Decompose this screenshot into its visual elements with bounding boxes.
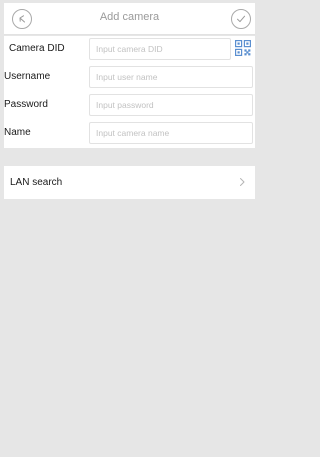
password-input[interactable] <box>89 94 253 116</box>
password-row: Password <box>4 92 255 119</box>
camera-did-input[interactable] <box>89 38 231 60</box>
page-title: Add camera <box>99 11 160 23</box>
qr-code-icon[interactable] <box>235 40 251 56</box>
checkmark-icon <box>237 15 246 23</box>
lan-search-label: LAN search <box>10 177 63 188</box>
navigation-bar: Add camera <box>4 3 255 35</box>
username-label: Username <box>4 71 51 82</box>
name-label: Name <box>4 127 31 138</box>
camera-form: Camera DID Username Password <box>4 36 255 148</box>
password-label: Password <box>4 99 48 110</box>
username-row: Username <box>4 64 255 91</box>
camera-did-label: Camera DID <box>9 43 65 54</box>
chevron-right-icon <box>240 178 245 186</box>
camera-name-input[interactable] <box>89 122 253 144</box>
lan-search-item[interactable]: LAN search <box>4 166 255 199</box>
camera-did-row: Camera DID <box>4 36 255 63</box>
name-row: Name <box>4 120 255 147</box>
add-camera-screen: Add camera Camera DID Input camera DID U… <box>4 3 255 455</box>
username-input[interactable] <box>89 66 253 88</box>
confirm-button[interactable] <box>231 9 251 29</box>
